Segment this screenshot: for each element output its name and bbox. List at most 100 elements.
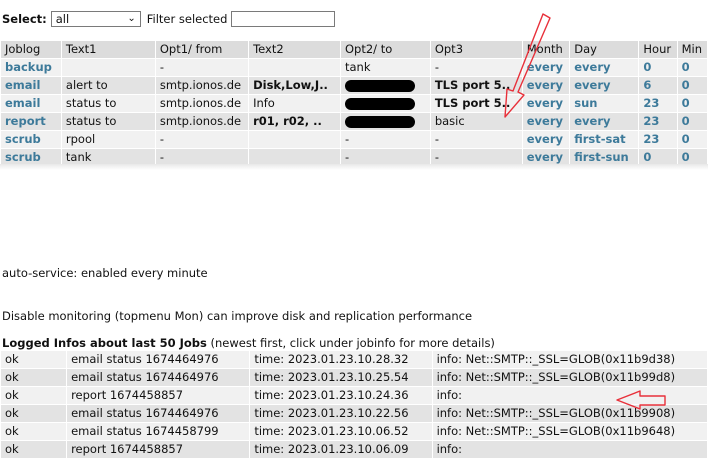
- cell-min[interactable]: 0: [677, 59, 707, 76]
- cell-text2: [249, 131, 340, 148]
- cell-text2: Disk,Low,J..: [249, 77, 340, 94]
- log-status: ok: [1, 423, 67, 440]
- filter-input[interactable]: [231, 11, 336, 27]
- cell-text2: r01, r02, ..: [249, 113, 340, 130]
- table-row: scrub rpool - - - every first-sat 23 0: [1, 131, 707, 148]
- cell-opt1: smtp.ionos.de: [155, 77, 249, 94]
- cell-opt3: basic: [430, 113, 522, 130]
- cell-opt2: [340, 113, 430, 130]
- logs-subtitle: (newest first, click under jobinfo for m…: [206, 336, 495, 350]
- cell-month[interactable]: every: [522, 95, 570, 112]
- cell-text2: Info: [249, 95, 340, 112]
- filter-bar: Select: all ⌄ Filter selected: [2, 10, 336, 28]
- cell-opt1: -: [155, 59, 249, 76]
- col-text1[interactable]: Text1: [61, 41, 155, 58]
- redaction-mark: [344, 97, 415, 110]
- col-day[interactable]: Day: [570, 41, 639, 58]
- log-time: time: 2023.01.23.10.06.09: [250, 441, 432, 458]
- cell-month[interactable]: every: [522, 59, 570, 76]
- cell-day[interactable]: every: [570, 113, 639, 130]
- cell-day[interactable]: first-sat: [570, 131, 639, 148]
- col-hour[interactable]: Hour: [639, 41, 677, 58]
- cell-opt3: TLS port 5..: [430, 95, 522, 112]
- cell-hour[interactable]: 0: [639, 59, 677, 76]
- table-row[interactable]: ok report 1674458857 time: 2023.01.23.10…: [1, 387, 707, 404]
- cell-min[interactable]: 0: [677, 77, 707, 94]
- cell-hour[interactable]: 23: [639, 131, 677, 148]
- col-opt1-from[interactable]: Opt1/ from: [155, 41, 249, 58]
- cell-day[interactable]: sun: [570, 95, 639, 112]
- table-row: email alert to smtp.ionos.de Disk,Low,J.…: [1, 77, 707, 94]
- joblog-link[interactable]: report: [1, 113, 61, 130]
- log-info[interactable]: info: Net::SMTP::_SSL=GLOB(0x11b9908): [432, 405, 707, 422]
- log-status: ok: [1, 441, 67, 458]
- cell-day[interactable]: every: [570, 77, 639, 94]
- jobs-header-row: Joblog Text1 Opt1/ from Text2 Opt2/ to O…: [1, 41, 707, 58]
- table-row[interactable]: ok email status 1674464976 time: 2023.01…: [1, 351, 707, 368]
- redaction-mark: [344, 79, 415, 92]
- cell-min[interactable]: 0: [677, 95, 707, 112]
- cell-text2: [249, 59, 340, 76]
- log-status: ok: [1, 387, 67, 404]
- cell-text1: [61, 59, 155, 76]
- cell-hour[interactable]: 23: [639, 95, 677, 112]
- table-row[interactable]: ok report 1674458857 time: 2023.01.23.10…: [1, 441, 707, 458]
- cell-text1: alert to: [61, 77, 155, 94]
- log-time: time: 2023.01.23.10.06.52: [250, 423, 432, 440]
- col-month[interactable]: Month: [522, 41, 570, 58]
- cell-min[interactable]: 0: [677, 131, 707, 148]
- log-info[interactable]: info:: [432, 441, 707, 458]
- joblog-link[interactable]: scrub: [1, 131, 61, 148]
- log-time: time: 2023.01.23.10.24.36: [250, 387, 432, 404]
- table-row[interactable]: ok email status 1674464976 time: 2023.01…: [1, 369, 707, 386]
- cell-opt2: tank: [340, 59, 430, 76]
- table-row: report status to smtp.ionos.de r01, r02,…: [1, 113, 707, 130]
- cell-text1: status to: [61, 95, 155, 112]
- log-status: ok: [1, 351, 67, 368]
- logs-heading: Logged Infos about last 50 Jobs (newest …: [2, 336, 495, 350]
- col-joblog[interactable]: Joblog: [1, 41, 61, 58]
- col-opt3[interactable]: Opt3: [430, 41, 522, 58]
- cell-month[interactable]: every: [522, 131, 570, 148]
- col-text2[interactable]: Text2: [249, 41, 340, 58]
- log-info[interactable]: info: Net::SMTP::_SSL=GLOB(0x11b99d8): [432, 369, 707, 386]
- log-info[interactable]: info: Net::SMTP::_SSL=GLOB(0x11b9648): [432, 423, 707, 440]
- joblog-link[interactable]: email: [1, 77, 61, 94]
- table-row: backup - tank - every every 0 0: [1, 59, 707, 76]
- cell-text1: rpool: [61, 131, 155, 148]
- log-status: ok: [1, 369, 67, 386]
- cell-month[interactable]: every: [522, 113, 570, 130]
- cell-min[interactable]: 0: [677, 113, 707, 130]
- log-time: time: 2023.01.23.10.28.32: [250, 351, 432, 368]
- joblog-link[interactable]: backup: [1, 59, 61, 76]
- col-opt2-to[interactable]: Opt2/ to: [340, 41, 430, 58]
- cell-opt3: -: [430, 131, 522, 148]
- log-job: report 1674458857: [67, 441, 250, 458]
- log-job: report 1674458857: [67, 387, 250, 404]
- logs-title: Logged Infos about last 50 Jobs: [2, 336, 207, 350]
- table-fade: [0, 164, 708, 170]
- log-info[interactable]: info:: [432, 387, 707, 404]
- jobs-table: Joblog Text1 Opt1/ from Text2 Opt2/ to O…: [0, 40, 708, 167]
- log-info[interactable]: info: Net::SMTP::_SSL=GLOB(0x11b9d38): [432, 351, 707, 368]
- joblog-link[interactable]: email: [1, 95, 61, 112]
- cell-hour[interactable]: 6: [639, 77, 677, 94]
- cell-day[interactable]: every: [570, 59, 639, 76]
- cell-month[interactable]: every: [522, 77, 570, 94]
- cell-text1: status to: [61, 113, 155, 130]
- cell-opt3: -: [430, 59, 522, 76]
- select-dropdown[interactable]: all ⌄: [50, 11, 141, 27]
- cell-opt1: smtp.ionos.de: [155, 95, 249, 112]
- cell-opt3: TLS port 5..: [430, 77, 522, 94]
- cell-hour[interactable]: 23: [639, 113, 677, 130]
- log-time: time: 2023.01.23.10.22.56: [250, 405, 432, 422]
- filter-label: Filter selected: [146, 12, 228, 26]
- col-min[interactable]: Min: [677, 41, 707, 58]
- chevron-down-icon: ⌄: [127, 13, 136, 24]
- log-status: ok: [1, 405, 67, 422]
- table-row[interactable]: ok email status 1674464976 time: 2023.01…: [1, 405, 707, 422]
- table-row[interactable]: ok email status 1674458799 time: 2023.01…: [1, 423, 707, 440]
- log-job: email status 1674464976: [67, 351, 250, 368]
- log-job: email status 1674458799: [67, 423, 250, 440]
- table-row: email status to smtp.ionos.de Info TLS p…: [1, 95, 707, 112]
